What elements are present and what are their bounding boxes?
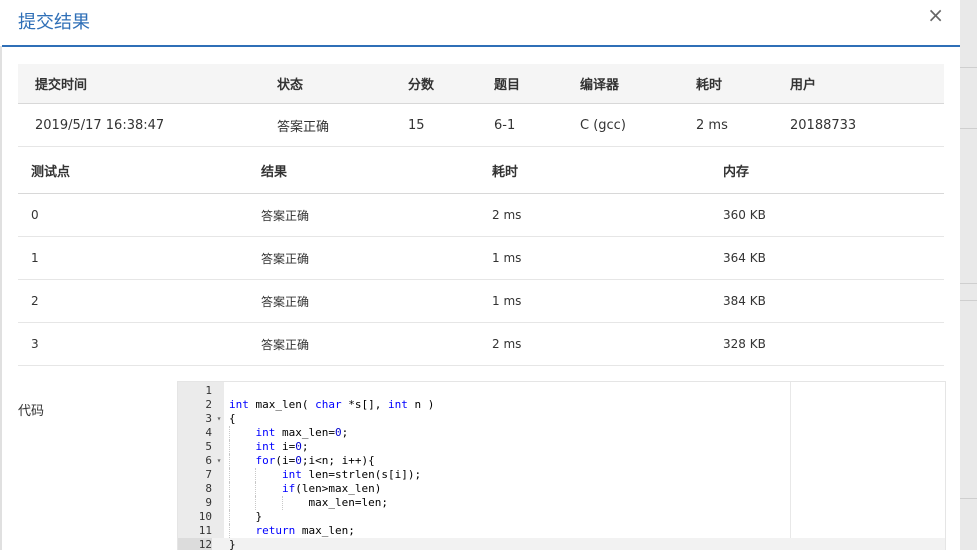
problem-link[interactable]: 6-1: [494, 103, 580, 147]
line-number: 5: [205, 440, 212, 453]
code-line: 7 int len=strlen(s[i]);: [178, 468, 945, 482]
case-memory: 364 KB: [723, 236, 944, 280]
case-result: 答案正确: [261, 236, 492, 280]
line-number: 2: [205, 398, 212, 411]
background-page: [960, 0, 977, 550]
header-status: 状态: [277, 64, 408, 104]
line-number: 6: [205, 454, 212, 467]
case-time: 2 ms: [492, 193, 723, 237]
case-time: 1 ms: [492, 279, 723, 323]
header-problem: 题目: [494, 64, 580, 104]
table-row: 0 答案正确 2 ms 360 KB: [18, 193, 944, 237]
line-number: 9: [205, 496, 212, 509]
case-id: 0: [18, 193, 261, 237]
header-time: 耗时: [492, 148, 723, 194]
case-result: 答案正确: [261, 193, 492, 237]
summary-row: 2019/5/17 16:38:47 答案正确 15 6-1 C (gcc) 2…: [18, 103, 944, 147]
header-submit-time: 提交时间: [18, 64, 277, 104]
code-label: 代码: [18, 404, 45, 419]
code-text: for(i=0;i<n; i++){: [255, 454, 375, 467]
code-text: int len=strlen(s[i]);: [281, 468, 422, 481]
code-line: 2 int max_len( char *s[], int n ): [178, 398, 945, 412]
fold-toggle-icon[interactable]: ▾: [215, 412, 223, 426]
code-editor[interactable]: 1 2 int max_len( char *s[], int n ) 3 ▾{4 in…: [177, 381, 946, 550]
case-result: 答案正确: [261, 322, 492, 366]
header-score: 分数: [408, 64, 494, 104]
code-line: 9 max_len=len;: [178, 496, 945, 510]
line-number: 3: [205, 412, 212, 425]
line-number: 8: [205, 482, 212, 495]
table-row: 1 答案正确 1 ms 364 KB: [18, 236, 944, 280]
code-line: 8 if(len>max_len): [178, 482, 945, 496]
code-line: 1: [178, 384, 945, 398]
dialog-title: 提交结果: [18, 12, 90, 33]
case-time: 2 ms: [492, 322, 723, 366]
case-id: 1: [18, 236, 261, 280]
line-number: 4: [205, 426, 212, 439]
summary-header-row: 提交时间 状态 分数 题目 编译器 耗时 用户: [18, 64, 944, 104]
code-text: }: [229, 538, 236, 550]
submit-time: 2019/5/17 16:38:47: [18, 103, 277, 147]
line-number: 1: [205, 384, 212, 397]
code-line: 6 ▾ for(i=0;i<n; i++){: [178, 454, 945, 468]
header-compiler: 编译器: [580, 64, 696, 104]
code-line: 3 ▾ {: [178, 412, 945, 426]
code-text: max_len=len;: [229, 496, 388, 509]
duration-value: 2 ms: [696, 103, 790, 147]
user-link[interactable]: 20188733: [790, 103, 944, 147]
compiler-value: C (gcc): [580, 103, 696, 147]
test-case-table: 测试点 结果 耗时 内存 0 答案正确 2 ms 360 KB 1 答案正确 1…: [18, 148, 944, 366]
code-text: int i=0;: [255, 440, 309, 453]
code-text: {: [229, 412, 236, 425]
header-user: 用户: [790, 64, 944, 104]
table-row: 3 答案正确 2 ms 328 KB: [18, 322, 944, 366]
dialog-header: 提交结果 ×: [2, 0, 960, 47]
header-result: 结果: [261, 148, 492, 194]
submission-result-dialog: 提交结果 × 提交时间 状态 分数 题目 编译器 耗时 用户 2019/5/17…: [2, 0, 960, 550]
header-memory: 内存: [723, 148, 944, 194]
case-id: 3: [18, 322, 261, 366]
case-memory: 384 KB: [723, 279, 944, 323]
code-text: int max_len( char *s[], int n ): [229, 398, 435, 411]
fold-toggle-icon[interactable]: ▾: [215, 454, 223, 468]
table-row: 2 答案正确 1 ms 384 KB: [18, 279, 944, 323]
code-text: }: [229, 510, 263, 523]
line-number: 11: [198, 524, 212, 537]
case-time: 1 ms: [492, 236, 723, 280]
case-header-row: 测试点 结果 耗时 内存: [18, 148, 944, 194]
code-text: if(len>max_len): [281, 482, 382, 495]
close-icon[interactable]: ×: [927, 5, 944, 25]
code-line: 10 }: [178, 510, 945, 524]
code-text: int max_len=0;: [255, 426, 349, 439]
score-value: 15: [408, 103, 494, 147]
status-badge: 答案正确: [277, 103, 408, 147]
code-line: 5 int i=0;: [178, 440, 945, 454]
code-line: 11 return max_len;: [178, 524, 945, 538]
code-line: 12}: [178, 538, 945, 550]
case-memory: 360 KB: [723, 193, 944, 237]
line-number: 10: [198, 510, 212, 523]
line-number: 12: [178, 538, 212, 550]
case-id: 2: [18, 279, 261, 323]
line-number: 7: [205, 468, 212, 481]
code-line: 4 int max_len=0;: [178, 426, 945, 440]
case-memory: 328 KB: [723, 322, 944, 366]
submission-summary-table: 提交时间 状态 分数 题目 编译器 耗时 用户 2019/5/17 16:38:…: [18, 64, 944, 147]
code-text: return max_len;: [255, 524, 355, 537]
case-result: 答案正确: [261, 279, 492, 323]
header-test-point: 测试点: [18, 148, 261, 194]
header-duration: 耗时: [696, 64, 790, 104]
